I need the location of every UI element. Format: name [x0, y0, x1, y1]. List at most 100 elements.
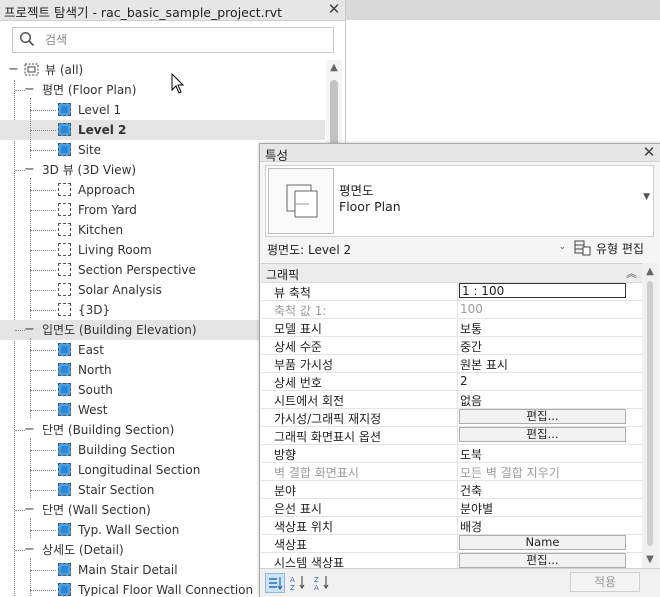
property-value[interactable]: 도북	[460, 446, 482, 463]
property-row: 축척 값 1: 100	[261, 300, 642, 319]
type-selector[interactable]: 평면도 Floor Plan ▼	[265, 165, 654, 237]
view-3d-icon	[58, 303, 71, 316]
edit-type-button[interactable]: 유형 편집	[574, 238, 654, 258]
sort-ascending-icon[interactable]: AZ	[289, 573, 309, 593]
search-box[interactable]	[12, 27, 334, 53]
tree-guide-line	[30, 130, 56, 131]
properties-title: 특성	[265, 148, 289, 163]
collapse-icon[interactable]: −	[8, 60, 19, 80]
tree-guide-line	[30, 518, 31, 538]
tree-node-label: Kitchen	[78, 223, 124, 237]
collapse-icon[interactable]: −	[24, 80, 35, 100]
property-row[interactable]: 상세 번호 2	[261, 372, 642, 391]
chevron-down-icon[interactable]: ⌄	[558, 242, 566, 252]
tree-node-label: 3D 뷰 (3D View)	[42, 163, 137, 177]
property-edit-button[interactable]: Name	[459, 535, 626, 550]
property-value-input[interactable]: 1 : 100	[459, 283, 626, 298]
type-name-english: Floor Plan	[339, 199, 401, 214]
tree-node-label: 입면도 (Building Elevation)	[42, 323, 197, 337]
property-row[interactable]: 뷰 축척 1 : 100	[261, 282, 642, 301]
column-divider	[457, 336, 458, 354]
property-row[interactable]: 상세 수준 중간	[261, 336, 642, 355]
property-value[interactable]: 건축	[460, 482, 482, 499]
sort-descending-icon[interactable]: ZA	[313, 573, 333, 593]
property-edit-button[interactable]: 편집...	[459, 409, 626, 424]
tree-node-label: South	[78, 383, 113, 397]
property-value: 모든 벽 결합 지우기	[460, 466, 560, 480]
scroll-up-arrow-icon[interactable]: ▲	[326, 62, 342, 76]
collapse-icon[interactable]: −	[24, 420, 35, 440]
property-row[interactable]: 시스템 색상표 편집...	[261, 552, 642, 569]
search-input[interactable]	[43, 30, 327, 50]
tree-node-label: 단면 (Building Section)	[42, 423, 175, 437]
column-divider	[457, 516, 458, 534]
property-value[interactable]: 원본 표시	[460, 356, 508, 373]
property-value: 100	[460, 302, 483, 316]
floor-plan-type-icon	[268, 168, 334, 234]
property-value[interactable]: 없음	[460, 392, 482, 409]
tree-group-node[interactable]: − 평면 (Floor Plan)	[0, 80, 325, 100]
chevron-down-icon[interactable]: ▼	[643, 192, 650, 202]
tree-guide-line	[30, 270, 56, 271]
property-name: 부품 가시성	[274, 358, 334, 372]
view-icon	[58, 363, 71, 376]
tree-guide-line	[30, 570, 56, 571]
tree-guide-line	[30, 338, 31, 418]
property-value[interactable]: 보통	[460, 320, 482, 337]
properties-palette: 특성 ✕ 평면도 Floor Plan ▼ 평면도: Level 2 ⌄ 유형 …	[259, 143, 660, 597]
collapse-icon[interactable]: ︽	[626, 265, 637, 281]
tree-guide-line	[30, 590, 56, 591]
property-group-graphics[interactable]: 그래픽 ︽	[261, 264, 642, 283]
property-row[interactable]: 색상표 위치 배경	[261, 516, 642, 535]
collapse-icon[interactable]: −	[24, 500, 35, 520]
property-row[interactable]: 가시성/그래픽 재지정 편집...	[261, 408, 642, 427]
tree-group-node[interactable]: − 뷰 (all)	[0, 60, 325, 80]
property-value[interactable]: 분야별	[460, 500, 493, 517]
property-edit-button[interactable]: 편집...	[459, 553, 626, 568]
view-3d-icon	[58, 283, 71, 296]
scroll-up-arrow-icon[interactable]: ▲	[642, 266, 658, 277]
column-divider	[457, 534, 458, 552]
property-row[interactable]: 방향 도북	[261, 444, 642, 463]
property-name: 시트에서 회전	[274, 394, 345, 408]
property-row[interactable]: 은선 표시 분야별	[261, 498, 642, 517]
property-name: 상세 수준	[274, 340, 322, 354]
property-row[interactable]: 부품 가시성 원본 표시	[261, 354, 642, 373]
column-divider	[457, 408, 458, 426]
view-icon	[58, 523, 71, 536]
column-divider	[457, 426, 458, 444]
instance-filter-dropdown[interactable]: 평면도: Level 2 ⌄	[265, 239, 568, 259]
property-value[interactable]: 배경	[460, 518, 482, 535]
close-icon[interactable]: ✕	[326, 0, 342, 18]
property-row[interactable]: 그래픽 화면표시 옵션 편집...	[261, 426, 642, 445]
column-divider	[457, 498, 458, 516]
property-row[interactable]: 모델 표시 보통	[261, 318, 642, 337]
scroll-thumb[interactable]	[647, 281, 653, 546]
property-row[interactable]: 색상표 Name	[261, 534, 642, 553]
close-icon[interactable]: ✕	[641, 143, 657, 161]
tree-view-node[interactable]: Level 2	[0, 120, 325, 140]
tree-node-label: Approach	[78, 183, 136, 197]
property-name: 가시성/그래픽 재지정	[274, 412, 382, 426]
tree-node-label: Living Room	[78, 243, 152, 257]
property-edit-button[interactable]: 편집...	[459, 427, 626, 442]
collapse-icon[interactable]: −	[24, 160, 35, 180]
tree-guide-line	[30, 150, 56, 151]
categorized-sort-icon[interactable]	[265, 573, 285, 593]
property-row[interactable]: 분야 건축	[261, 480, 642, 499]
tree-guide-line	[30, 450, 56, 451]
collapse-icon[interactable]: −	[24, 320, 35, 340]
property-value[interactable]: 중간	[460, 338, 482, 355]
property-value[interactable]: 2	[460, 374, 468, 388]
tree-view-node[interactable]: Level 1	[0, 100, 325, 120]
collapse-icon[interactable]: −	[24, 540, 35, 560]
scroll-down-arrow-icon[interactable]: ▼	[642, 554, 658, 565]
vertical-scrollbar[interactable]: ▲ ▼	[642, 263, 658, 568]
property-name: 시스템 색상표	[274, 556, 345, 569]
view-icon	[58, 123, 71, 136]
property-row: 벽 결합 화면표시 모든 벽 결합 지우기	[261, 462, 642, 481]
tree-node-label: Level 1	[78, 103, 122, 117]
apply-button[interactable]: 적용	[570, 572, 640, 592]
tree-node-label: Level 2	[78, 123, 127, 137]
property-row[interactable]: 시트에서 회전 없음	[261, 390, 642, 409]
